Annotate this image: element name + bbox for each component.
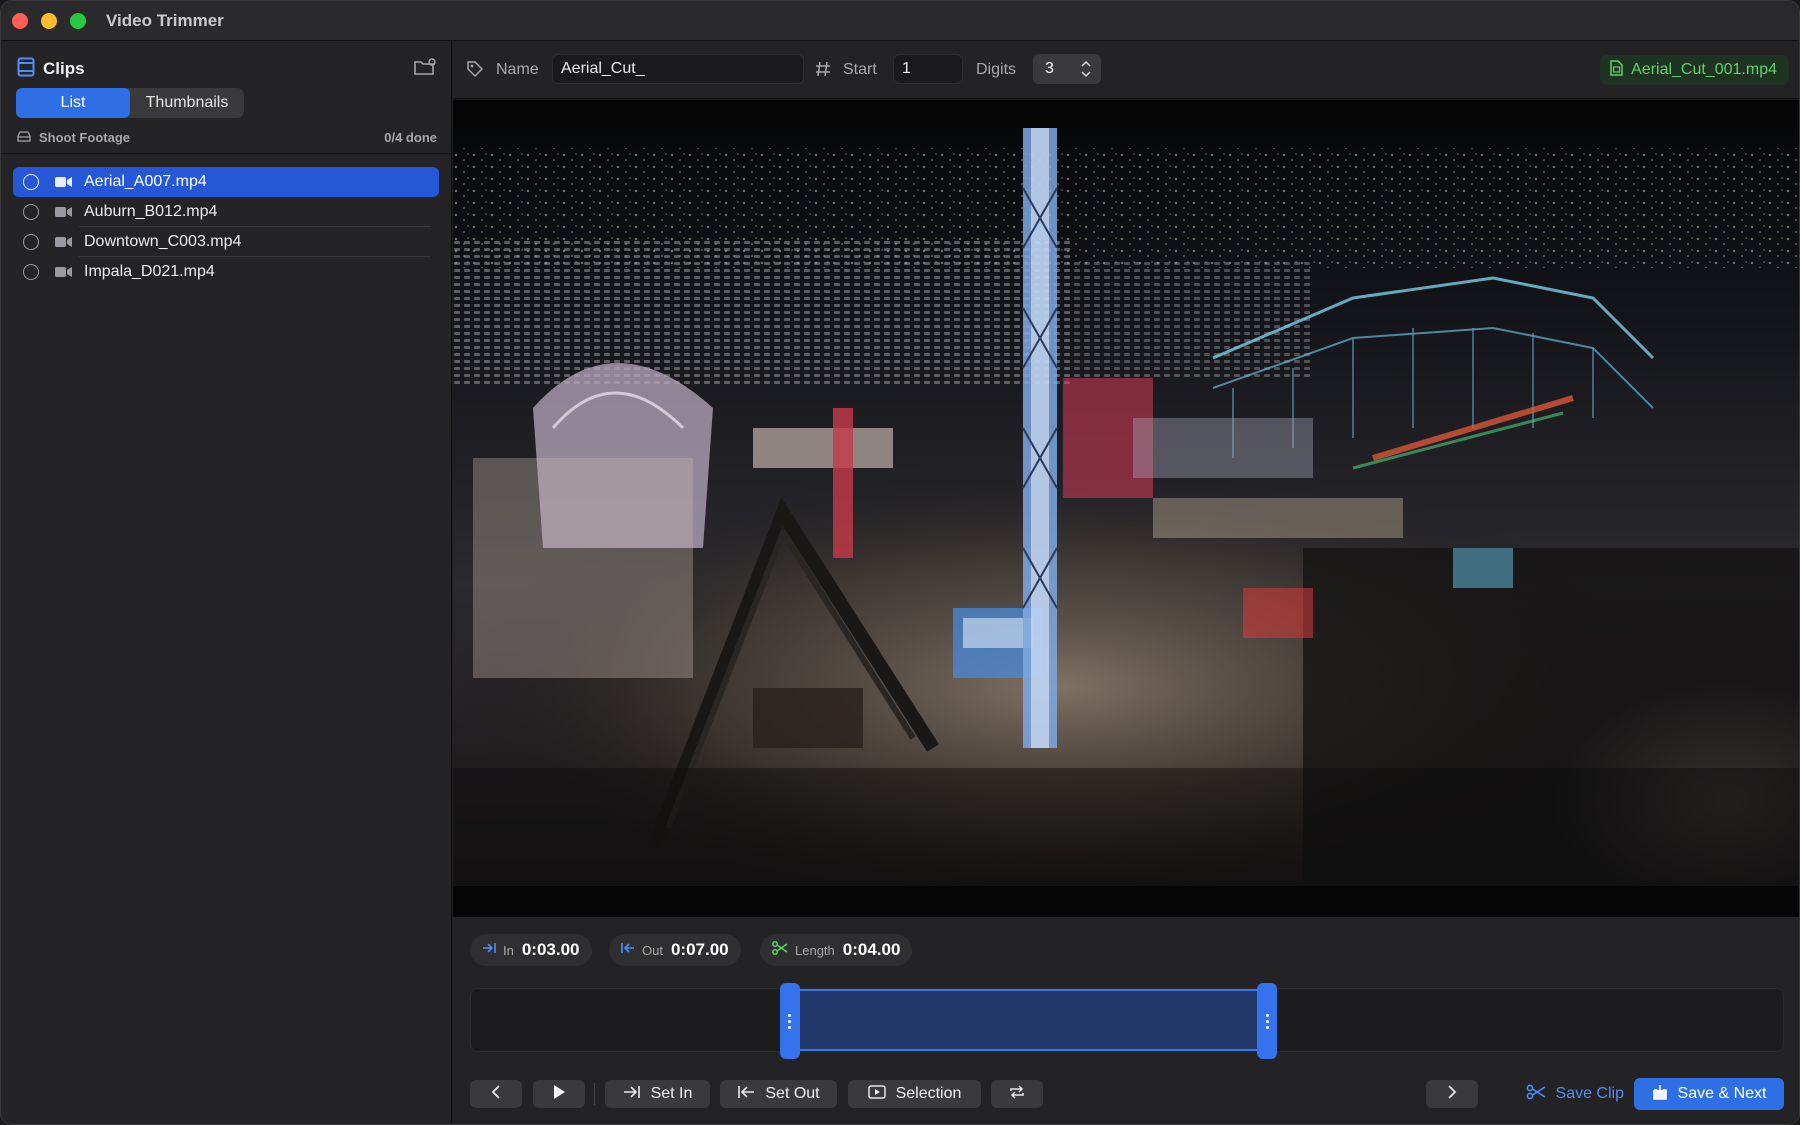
in-value: 0:03.00	[521, 940, 580, 959]
progress-count: 0/4 done	[384, 129, 437, 145]
clip-list-item[interactable]: Downtown_C003.mp4	[13, 227, 439, 257]
out-value: 0:07.00	[670, 940, 729, 959]
set-in-icon	[623, 1085, 641, 1104]
main-panel: Name Start Digits 3 Aerial_Cut_001.mp4	[453, 41, 1799, 1124]
trim-selection-range[interactable]	[789, 989, 1268, 1051]
chevron-left-icon	[491, 1084, 501, 1105]
set-in-label: Set In	[650, 1085, 693, 1102]
video-camera-icon	[55, 236, 73, 248]
title-bar: Video Trimmer	[1, 1, 1799, 41]
video-camera-icon	[55, 176, 73, 188]
set-out-label: Set Out	[765, 1085, 820, 1102]
drop-tower	[1022, 128, 1058, 748]
clip-name: Aerial_A007.mp4	[84, 173, 207, 190]
clip-list-item[interactable]: Auburn_B012.mp4	[13, 197, 439, 227]
tag-icon	[466, 60, 484, 83]
start-label: Start	[843, 61, 877, 78]
length-pill: Length 0:04.00	[760, 934, 913, 966]
set-out-icon	[737, 1085, 755, 1104]
video-camera-icon	[55, 266, 73, 278]
view-mode-list-button[interactable]: List	[16, 88, 130, 118]
previous-clip-button[interactable]	[470, 1080, 522, 1108]
clip-name: Auburn_B012.mp4	[84, 203, 218, 220]
button-separator	[594, 1083, 595, 1105]
trim-timeline[interactable]	[470, 983, 1784, 1059]
clip-done-radio[interactable]	[23, 264, 39, 280]
start-number-input[interactable]	[893, 54, 963, 84]
clip-name: Impala_D021.mp4	[84, 263, 215, 280]
digits-value: 3	[1045, 60, 1054, 77]
play-button[interactable]	[533, 1080, 585, 1108]
trim-controls: In 0:03.00 Out 0:07.00 Length 0:04.00 Se…	[453, 917, 1799, 1124]
out-label: Out	[642, 942, 663, 958]
maximize-window-button[interactable]	[70, 13, 86, 29]
video-camera-icon	[55, 206, 73, 218]
sidebar-divider	[1, 153, 452, 154]
save-and-next-label: Save & Next	[1677, 1085, 1767, 1102]
drive-icon	[17, 130, 31, 145]
play-icon	[552, 1084, 566, 1105]
save-clip-label: Save Clip	[1555, 1085, 1624, 1102]
loop-icon	[1008, 1084, 1026, 1105]
clip-list: Aerial_A007.mp4 Auburn_B012.mp4 Downtown…	[13, 167, 439, 287]
length-label: Length	[795, 942, 835, 958]
out-point-icon	[621, 941, 635, 959]
window-title: Video Trimmer	[106, 11, 224, 30]
in-label: In	[503, 942, 514, 958]
play-rectangle-icon	[867, 1084, 886, 1104]
name-label: Name	[496, 61, 539, 78]
in-point-pill: In 0:03.00	[470, 934, 592, 966]
loop-toggle-button[interactable]	[991, 1080, 1043, 1108]
folder-name: Shoot Footage	[39, 129, 130, 145]
clip-done-radio[interactable]	[23, 174, 39, 190]
number-sign-icon	[815, 61, 831, 82]
clip-name: Downtown_C003.mp4	[84, 233, 242, 250]
selection-label: Selection	[895, 1085, 962, 1102]
minimize-window-button[interactable]	[41, 13, 57, 29]
sidebar: Clips List Thumbnails Shoot Footage 0/4 …	[1, 41, 452, 1124]
length-value: 0:04.00	[842, 940, 901, 959]
out-point-handle[interactable]	[1257, 983, 1278, 1059]
save-and-next-button[interactable]: Save & Next	[1634, 1078, 1784, 1110]
play-selection-button[interactable]: Selection	[848, 1080, 981, 1108]
clip-done-radio[interactable]	[23, 234, 39, 250]
output-filename-badge: Aerial_Cut_001.mp4	[1600, 55, 1789, 85]
naming-toolbar: Name Start Digits 3 Aerial_Cut_001.mp4	[453, 41, 1799, 99]
app-window: Video Trimmer Clips List Thumbnails Shoo…	[0, 0, 1800, 1125]
view-mode-thumbnails-button[interactable]: Thumbnails	[130, 88, 244, 118]
in-point-handle[interactable]	[779, 983, 800, 1059]
output-filename: Aerial_Cut_001.mp4	[1631, 61, 1777, 78]
digits-label: Digits	[976, 61, 1017, 78]
next-clip-button[interactable]	[1426, 1080, 1478, 1108]
video-frame	[453, 128, 1799, 886]
view-mode-segmented-control: List Thumbnails	[16, 88, 244, 118]
document-icon	[1610, 59, 1623, 81]
clip-list-item[interactable]: Aerial_A007.mp4	[13, 167, 439, 197]
open-folder-icon[interactable]	[413, 57, 437, 77]
scissors-icon	[1526, 1084, 1546, 1105]
sidebar-title: Clips	[43, 59, 85, 78]
in-point-icon	[482, 941, 496, 959]
name-prefix-input[interactable]	[552, 54, 804, 84]
sidebar-header: Clips	[17, 57, 85, 81]
close-window-button[interactable]	[12, 13, 28, 29]
digits-stepper[interactable]: 3	[1033, 54, 1101, 84]
up-down-chevron-icon	[1081, 60, 1091, 83]
video-preview[interactable]	[453, 100, 1799, 917]
out-point-pill: Out 0:07.00	[609, 934, 741, 966]
save-tray-icon	[1652, 1084, 1668, 1105]
clip-done-radio[interactable]	[23, 204, 39, 220]
clip-list-item[interactable]: Impala_D021.mp4	[13, 257, 439, 287]
save-clip-button[interactable]: Save Clip	[1514, 1078, 1636, 1110]
scissors-icon	[772, 940, 788, 960]
set-in-button[interactable]: Set In	[605, 1080, 710, 1108]
film-icon	[17, 57, 35, 82]
chevron-right-icon	[1447, 1084, 1457, 1105]
folder-row: Shoot Footage 0/4 done	[17, 127, 437, 147]
set-out-button[interactable]: Set Out	[720, 1080, 837, 1108]
